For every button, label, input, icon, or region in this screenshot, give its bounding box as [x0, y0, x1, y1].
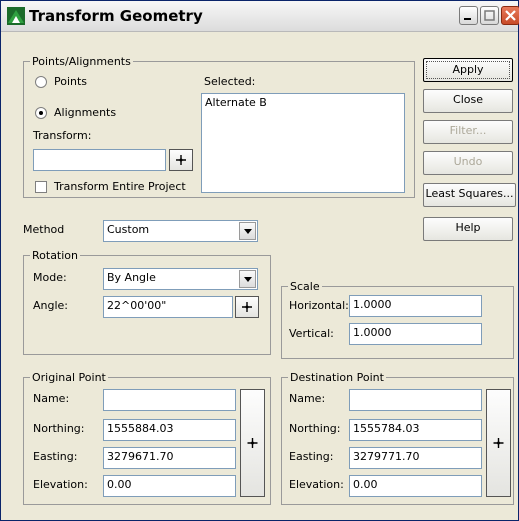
selected-list[interactable]: Alternate B [201, 93, 405, 193]
crosshair-pick-icon [493, 438, 504, 448]
angle-pick-button[interactable] [235, 296, 259, 318]
minimize-button[interactable] [459, 6, 478, 25]
destination-name-input[interactable] [349, 389, 482, 411]
chevron-down-icon[interactable] [239, 222, 256, 240]
destination-easting-label: Easting: [289, 450, 334, 463]
title-bar[interactable]: Transform Geometry [1, 1, 519, 32]
close-button[interactable]: Close [423, 89, 513, 113]
destination-point-label: Destination Point [288, 371, 386, 384]
help-button[interactable]: Help [423, 217, 513, 241]
minimize-icon [464, 18, 471, 20]
original-northing-label: Northing: [33, 422, 85, 435]
crosshair-pick-icon [176, 155, 186, 165]
mode-select[interactable]: By Angle [103, 268, 258, 290]
transform-entire-project-checkbox[interactable] [35, 181, 47, 193]
maximize-icon [484, 10, 495, 21]
original-elevation-label: Elevation: [33, 478, 88, 491]
list-item[interactable]: Alternate B [205, 96, 401, 109]
transform-input[interactable] [33, 149, 166, 171]
method-select-value: Custom [107, 223, 150, 236]
method-select[interactable]: Custom [103, 220, 258, 242]
least-squares-button[interactable]: Least Squares... [423, 183, 516, 207]
destination-point-pick-button[interactable] [486, 389, 511, 497]
window-title: Transform Geometry [29, 7, 203, 25]
angle-input[interactable]: 22^00'00" [103, 296, 233, 318]
original-point-pick-button[interactable] [240, 389, 265, 497]
chevron-down-icon[interactable] [239, 270, 256, 288]
original-elevation-input[interactable]: 0.00 [103, 475, 236, 497]
transform-pick-button[interactable] [169, 149, 193, 171]
apply-button[interactable]: Apply [423, 58, 513, 82]
crosshair-pick-icon [247, 438, 258, 448]
vertical-scale-input[interactable]: 1.0000 [349, 323, 482, 345]
destination-name-label: Name: [289, 392, 326, 405]
destination-northing-label: Northing: [289, 422, 341, 435]
method-label: Method [23, 223, 65, 236]
undo-button[interactable]: Undo [423, 151, 513, 175]
horizontal-scale-input[interactable]: 1.0000 [349, 295, 482, 317]
filter-button[interactable]: Filter... [423, 120, 513, 144]
transform-entire-project-label: Transform Entire Project [54, 180, 186, 193]
original-northing-input[interactable]: 1555884.03 [103, 419, 236, 441]
original-point-label: Original Point [30, 371, 108, 384]
destination-elevation-label: Elevation: [289, 478, 344, 491]
radio-selected-dot [39, 111, 43, 115]
close-window-button[interactable] [501, 6, 519, 25]
alignments-radio-label: Alignments [54, 106, 117, 119]
vertical-label: Vertical: [289, 327, 334, 340]
original-name-input[interactable] [103, 389, 236, 411]
maximize-button[interactable] [480, 6, 499, 25]
angle-label: Angle: [33, 299, 69, 312]
transform-label: Transform: [33, 129, 92, 142]
original-name-label: Name: [33, 392, 70, 405]
mode-select-value: By Angle [107, 271, 156, 284]
destination-northing-input[interactable]: 1555784.03 [349, 419, 482, 441]
selected-label: Selected: [204, 75, 256, 88]
apply-label: Apply [426, 61, 510, 79]
transform-geometry-icon [7, 7, 25, 25]
original-easting-label: Easting: [33, 450, 78, 463]
original-easting-input[interactable]: 3279671.70 [103, 447, 236, 469]
crosshair-pick-icon [242, 302, 252, 312]
scale-label: Scale [288, 280, 322, 293]
points-alignments-label: Points/Alignments [30, 55, 133, 68]
close-icon [505, 10, 516, 21]
points-radio[interactable] [35, 76, 47, 88]
alignments-radio[interactable] [35, 107, 47, 119]
mode-label: Mode: [33, 271, 67, 284]
rotation-label: Rotation [30, 249, 81, 262]
points-radio-label: Points [54, 75, 88, 88]
transform-geometry-window: Transform Geometry Points/Alignments Poi… [0, 0, 519, 521]
horizontal-label: Horizontal: [289, 299, 349, 312]
destination-elevation-input[interactable]: 0.00 [349, 475, 482, 497]
destination-easting-input[interactable]: 3279771.70 [349, 447, 482, 469]
